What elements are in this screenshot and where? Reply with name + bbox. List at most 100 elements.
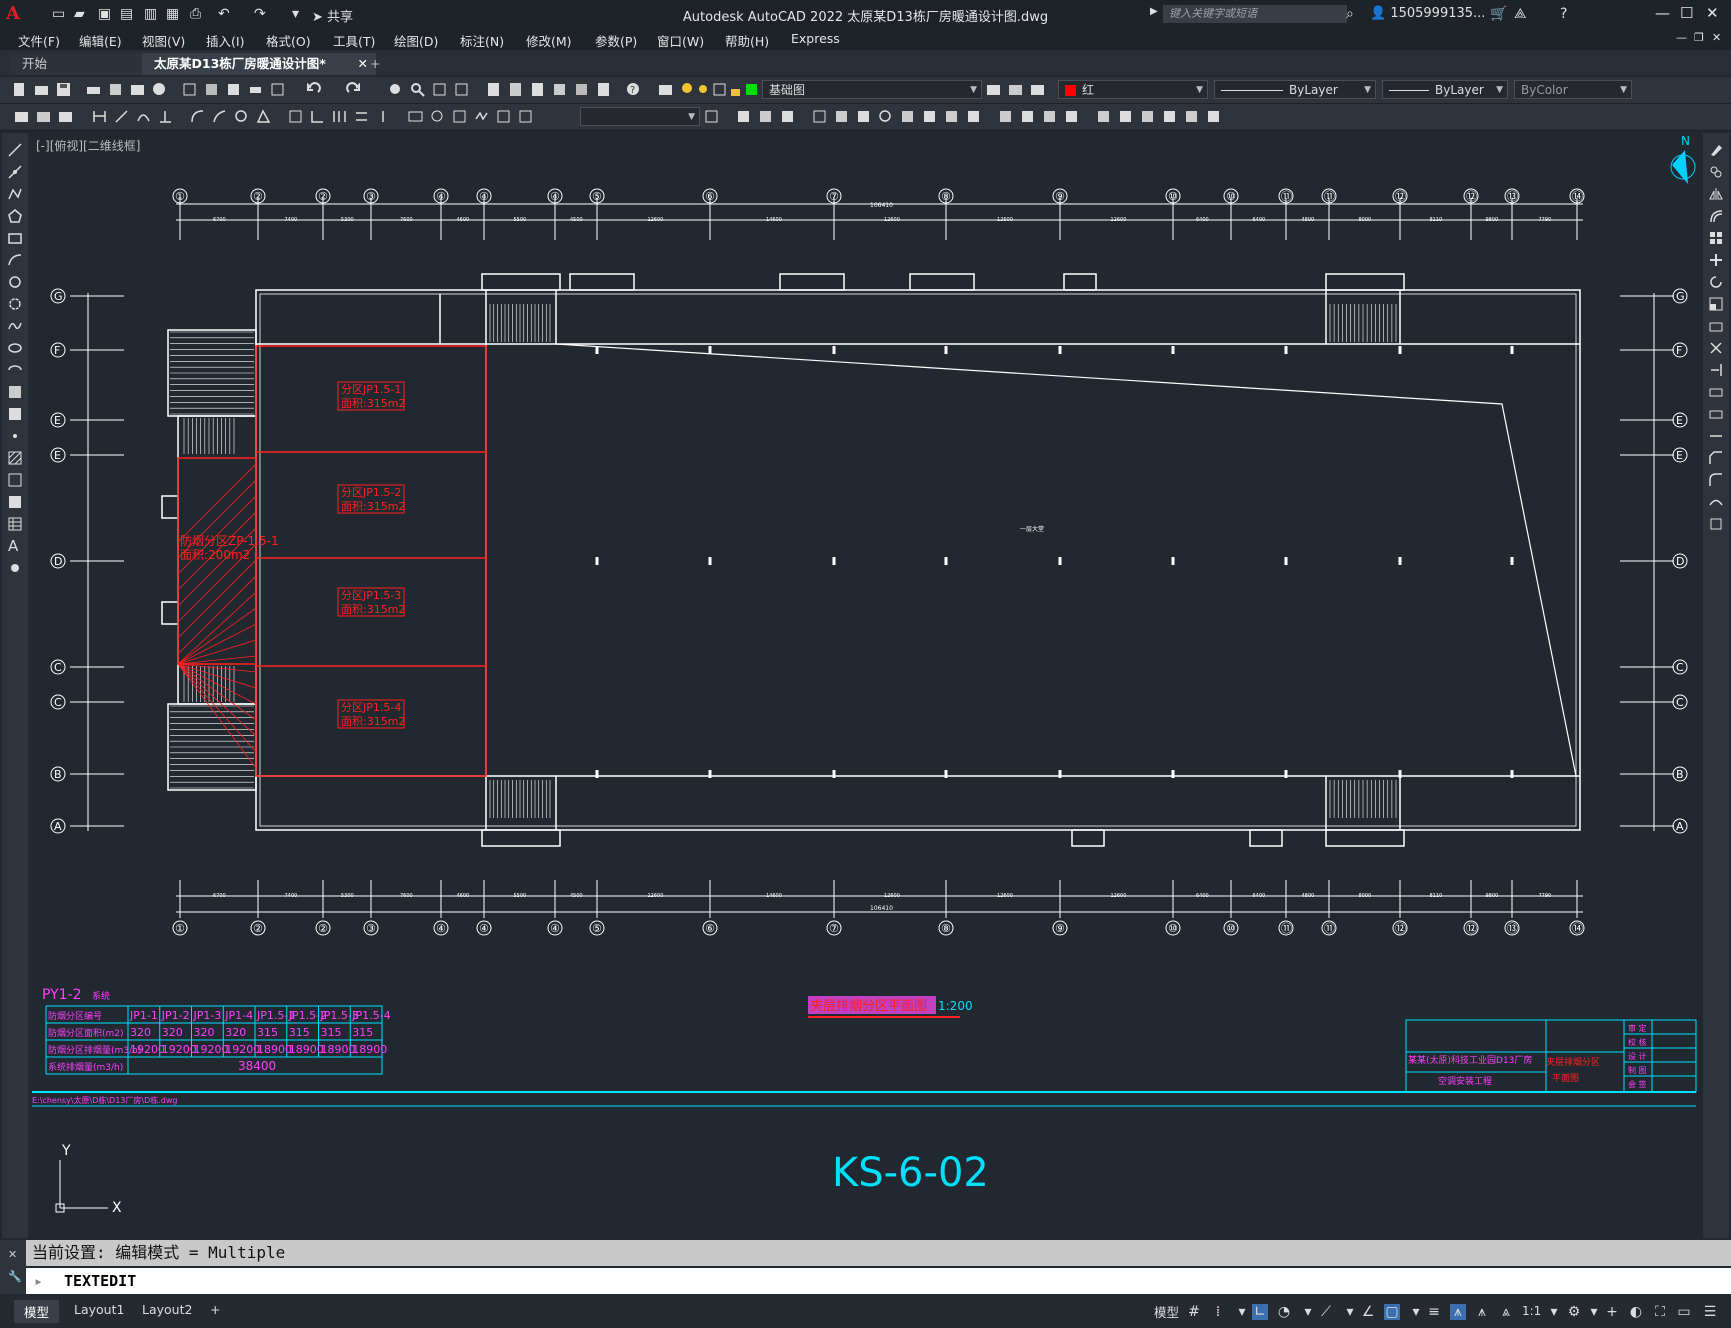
dimension-value: 5500 bbox=[514, 893, 527, 899]
object-snap-icon[interactable]: ▢ bbox=[1384, 1304, 1400, 1320]
hardware-acceleration-icon[interactable]: ⛶ bbox=[1652, 1304, 1668, 1320]
grid-row-lines bbox=[70, 295, 1674, 827]
dimension-value: 12600 bbox=[648, 893, 664, 899]
grid-row-label: B bbox=[54, 768, 62, 781]
svg-text:Y: Y bbox=[61, 1143, 71, 1159]
customize-menu-icon[interactable]: ☰ bbox=[1702, 1304, 1718, 1320]
dimension-value: 4500 bbox=[570, 893, 583, 899]
grid-row-label: C bbox=[54, 696, 62, 709]
dimension-value: 6400 bbox=[1253, 217, 1266, 223]
dimension-value: 4600 bbox=[457, 217, 470, 223]
structural-column bbox=[708, 346, 712, 354]
grid-column-label: ④ bbox=[436, 922, 446, 935]
grid-column-label: ⑩ bbox=[1168, 190, 1178, 203]
close-icon[interactable]: ✕ bbox=[8, 1248, 17, 1261]
dimension-value: 8000 bbox=[1359, 893, 1372, 899]
table-cell-zone-area: 315 bbox=[352, 1026, 373, 1039]
grid-row-label: B bbox=[1676, 768, 1684, 781]
dimension-value: 7400 bbox=[285, 893, 298, 899]
structural-column bbox=[708, 557, 712, 565]
chevron-down-icon[interactable]: ▾ bbox=[1300, 1304, 1316, 1320]
table-header-label: 防烟分区编号 bbox=[48, 1010, 102, 1022]
grid-icon[interactable]: # bbox=[1186, 1304, 1202, 1320]
title-block-drawing-name: 夹层排烟分区 bbox=[1546, 1056, 1600, 1068]
compass-north-label: N bbox=[1681, 134, 1690, 148]
dimension-value: 12600 bbox=[648, 217, 664, 223]
dimension-value: 12600 bbox=[1111, 217, 1127, 223]
command-input[interactable]: ▸ TEXTEDIT bbox=[26, 1268, 1731, 1294]
tab-model[interactable]: 模型 bbox=[14, 1300, 60, 1323]
table-cell-zone-area: 315 bbox=[321, 1026, 342, 1039]
grid-column-label: ⑥ bbox=[705, 190, 715, 203]
grid-row-label: C bbox=[1676, 696, 1684, 709]
isodraft-icon[interactable]: ⟋ bbox=[1318, 1304, 1334, 1320]
lineweight-icon[interactable]: ≡ bbox=[1426, 1304, 1442, 1320]
zone-2-area: 面积:315m2 bbox=[341, 500, 405, 513]
grid-column-label: ⑥ bbox=[705, 922, 715, 935]
isolate-objects-icon[interactable]: ◐ bbox=[1628, 1304, 1644, 1320]
structural-column bbox=[1398, 770, 1402, 778]
add-layout-button[interactable]: + bbox=[200, 1300, 230, 1319]
model-space-button[interactable]: 模型 bbox=[1144, 1300, 1189, 1323]
annotation-scale-icon[interactable]: ⩓ bbox=[1498, 1304, 1514, 1320]
chevron-down-icon[interactable]: ▾ bbox=[1546, 1304, 1562, 1320]
polar-tracking-icon[interactable]: ◔ bbox=[1276, 1304, 1292, 1320]
dimension-value: 4800 bbox=[1302, 217, 1315, 223]
dimension-value: 7790 bbox=[1539, 217, 1552, 223]
gear-icon[interactable]: ⚙ bbox=[1566, 1304, 1582, 1320]
structural-column bbox=[1510, 346, 1514, 354]
zone-2-name: 分区JP1.5-2 bbox=[341, 486, 401, 499]
structural-column bbox=[595, 346, 599, 354]
dimension-value: 6400 bbox=[1196, 217, 1209, 223]
zone-label-3: 分区JP1.5-3 面积:315m2 bbox=[337, 587, 405, 617]
plus-icon[interactable]: + bbox=[1604, 1304, 1620, 1320]
grid-column-label: ④ bbox=[550, 922, 560, 935]
stair-hatch bbox=[170, 304, 1397, 818]
chevron-down-icon[interactable]: ▾ bbox=[1408, 1304, 1424, 1320]
auto-scale-icon[interactable]: ⩚ bbox=[1474, 1304, 1490, 1320]
viewcube-compass[interactable]: N bbox=[1670, 134, 1696, 184]
grid-column-label: ⑦ bbox=[829, 922, 839, 935]
smoke-table: PY1-2 系统 防烟分区编号 防烟分区面积(m2) 防烟分区排烟量(m3/h)… bbox=[42, 987, 391, 1075]
object-snap-tracking-icon[interactable]: ∠ bbox=[1360, 1304, 1376, 1320]
title-block-row-label: 校 核 bbox=[1628, 1037, 1647, 1047]
title-block-row-label: 设 计 bbox=[1628, 1051, 1647, 1061]
structural-column bbox=[1398, 346, 1402, 354]
grid-column-label: ① bbox=[175, 190, 185, 203]
tab-layout2[interactable]: Layout2 bbox=[132, 1300, 202, 1319]
grid-column-label: ⑧ bbox=[941, 190, 951, 203]
tab-layout1[interactable]: Layout1 bbox=[64, 1300, 134, 1319]
command-line-handle[interactable]: ✕ 🔧 bbox=[0, 1240, 26, 1294]
grid-column-label: ⑩ bbox=[1168, 922, 1178, 935]
dimension-value: 7400 bbox=[285, 217, 298, 223]
grid-column-label: ① bbox=[175, 922, 185, 935]
table-title-suffix: 系统 bbox=[92, 990, 110, 1002]
grid-column-label: ⑤ bbox=[592, 922, 602, 935]
grid-row-label: C bbox=[54, 661, 62, 674]
grid-column-label: ⑬ bbox=[1507, 190, 1518, 203]
grid-column-label: ⑩ bbox=[1226, 922, 1236, 935]
grid-column-label: ⑪ bbox=[1324, 190, 1335, 203]
table-cell-zone-id: JP1-1 bbox=[129, 1009, 158, 1022]
chevron-down-icon[interactable]: ▾ bbox=[1234, 1304, 1250, 1320]
grid-row-label: F bbox=[54, 344, 60, 357]
table-cell-zone-flow: 19200 bbox=[194, 1043, 229, 1056]
structural-column bbox=[595, 557, 599, 565]
clean-screen-icon[interactable]: ▭ bbox=[1676, 1304, 1692, 1320]
annotation-scale-value[interactable]: 1:1 bbox=[1522, 1304, 1541, 1318]
chevron-down-icon[interactable]: ▾ bbox=[1586, 1304, 1602, 1320]
structural-column bbox=[832, 770, 836, 778]
wrench-icon[interactable]: 🔧 bbox=[8, 1270, 22, 1283]
building-outline bbox=[161, 273, 1581, 847]
title-block: 某某(太原)科技工业园D13厂房 空调安装工程 夹层排烟分区 平面图 审 定校 … bbox=[1405, 1019, 1697, 1093]
table-cell-zone-area: 320 bbox=[194, 1026, 215, 1039]
snap-icon[interactable]: ⁞ bbox=[1210, 1304, 1226, 1320]
zone-4-name: 分区JP1.5-4 bbox=[341, 701, 401, 714]
annotation-visibility-icon[interactable]: ⩚ bbox=[1450, 1304, 1466, 1320]
table-cell-zone-flow: 19200 bbox=[225, 1043, 260, 1056]
dimension-value: 5300 bbox=[341, 217, 354, 223]
dimension-value: 14600 bbox=[766, 893, 782, 899]
chevron-down-icon[interactable]: ▾ bbox=[1342, 1304, 1358, 1320]
ortho-icon[interactable]: ∟ bbox=[1252, 1304, 1268, 1320]
structural-column bbox=[1058, 346, 1062, 354]
